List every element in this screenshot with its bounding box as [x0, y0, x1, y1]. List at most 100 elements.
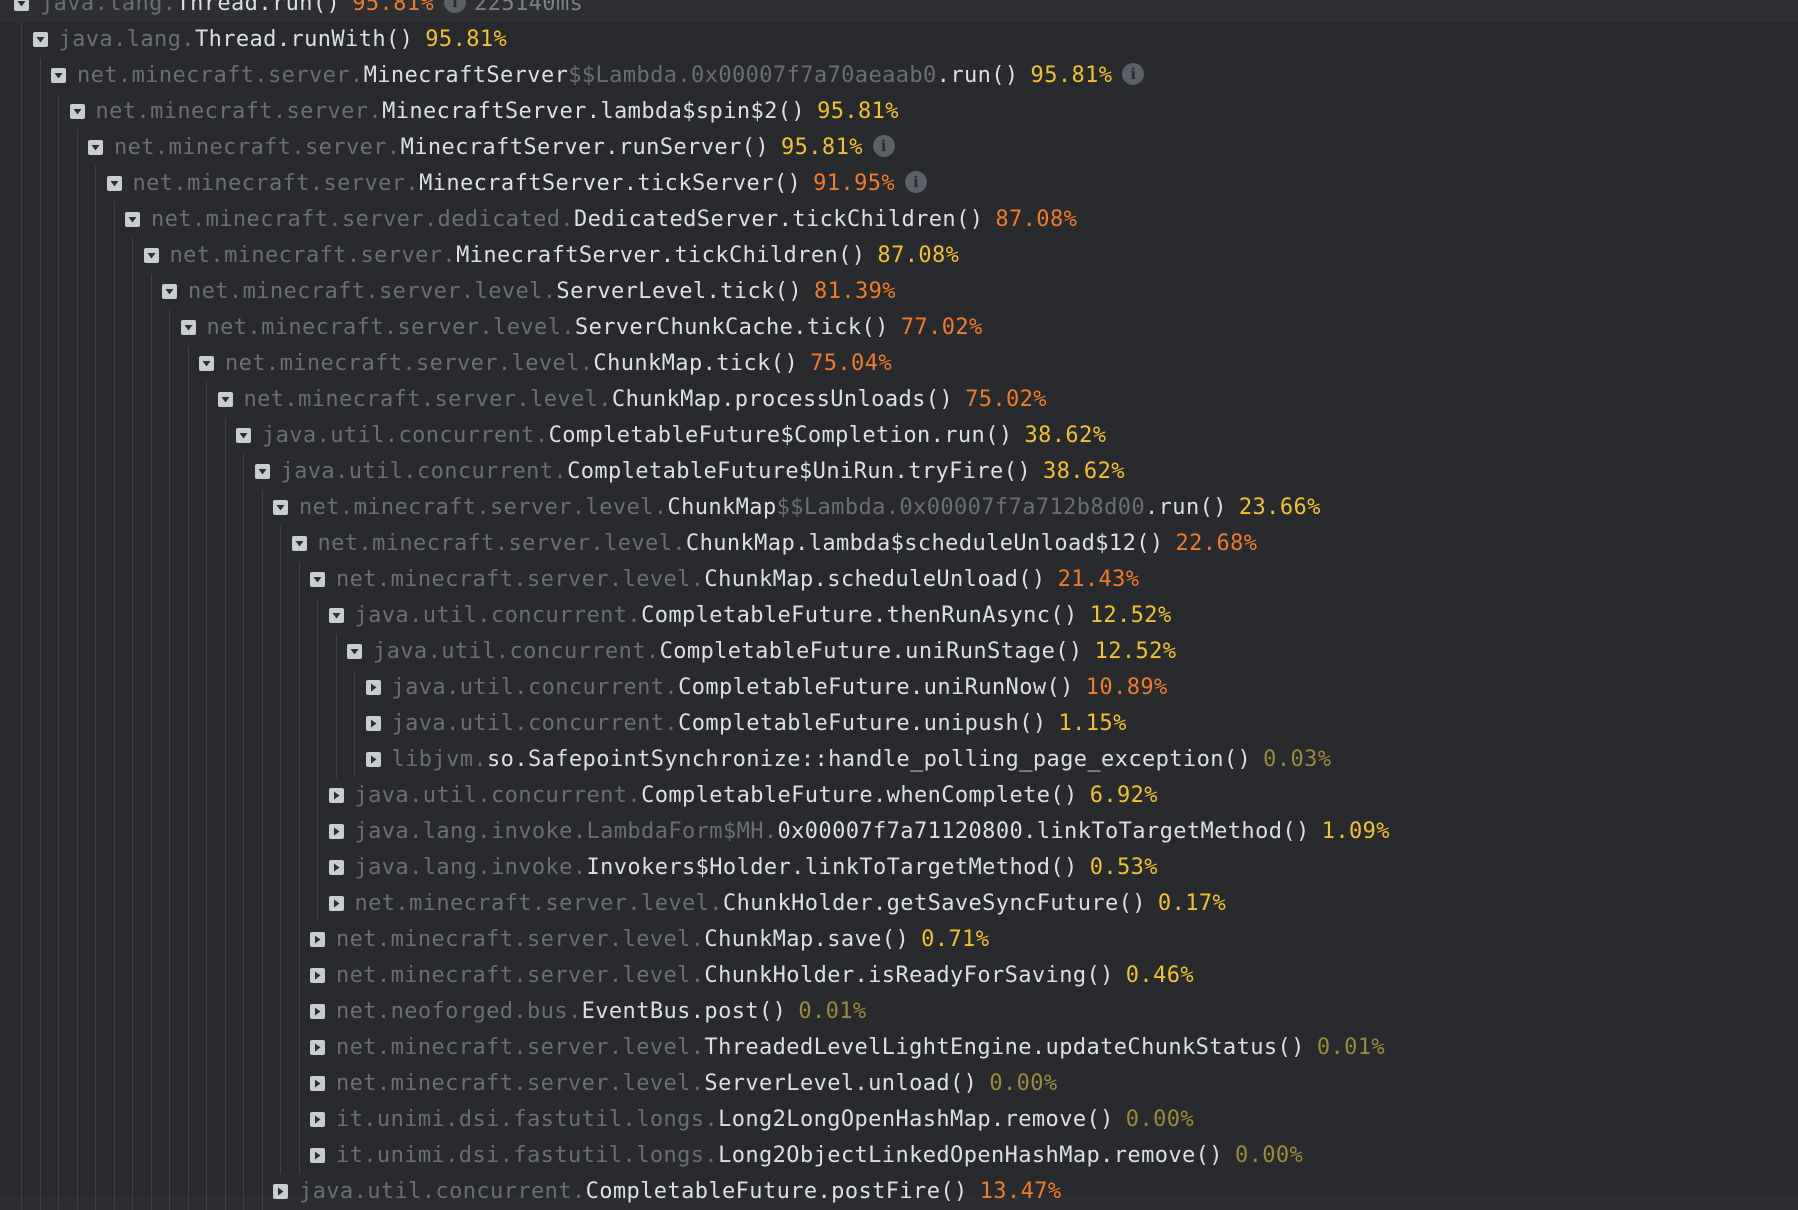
info-icon[interactable]: i: [444, 0, 467, 13]
indent-guide: [132, 382, 133, 418]
tree-row[interactable]: net.minecraft.server.MinecraftServer.tic…: [0, 166, 1798, 202]
indent-guide: [95, 454, 96, 490]
tree-row[interactable]: net.minecraft.server.level.ServerChunkCa…: [0, 310, 1798, 346]
package-name: net.minecraft.server.level.: [206, 315, 575, 340]
indent-guide: [95, 490, 96, 526]
tree-row[interactable]: java.lang.Thread.run() 95.81% i 225140ms: [0, 0, 1798, 22]
tree-row[interactable]: java.util.concurrent.CompletableFuture$C…: [0, 418, 1798, 454]
indent-guide: [58, 922, 59, 958]
tree-row[interactable]: net.minecraft.server.MinecraftServer.tic…: [0, 238, 1798, 274]
info-icon[interactable]: i: [1122, 63, 1145, 85]
collapse-toggle-icon[interactable]: [217, 392, 233, 407]
indent-guide: [76, 1066, 78, 1102]
method-label: java.util.concurrent.CompletableFuture.u…: [392, 670, 1168, 706]
expand-toggle-icon[interactable]: [365, 680, 381, 695]
tree-row[interactable]: net.minecraft.server.dedicated.Dedicated…: [0, 202, 1798, 238]
tree-row[interactable]: java.util.concurrent.CompletableFuture.p…: [0, 1174, 1798, 1210]
indent-guide: [76, 562, 78, 598]
expand-toggle-icon[interactable]: [310, 1076, 325, 1091]
tree-row[interactable]: net.neoforged.bus.EventBus.post() 0.01%: [0, 994, 1798, 1030]
collapse-toggle-icon[interactable]: [143, 248, 159, 263]
collapse-toggle-icon[interactable]: [347, 644, 362, 659]
collapse-toggle-icon[interactable]: [236, 428, 251, 443]
indent-guide: [21, 1138, 22, 1174]
collapse-toggle-icon[interactable]: [106, 176, 122, 191]
info-icon[interactable]: i: [905, 171, 928, 193]
tree-row[interactable]: it.unimi.dsi.fastutil.longs.Long2ObjectL…: [0, 1138, 1798, 1174]
info-icon[interactable]: i: [872, 135, 895, 157]
collapse-toggle-icon[interactable]: [199, 356, 214, 371]
expand-toggle-icon[interactable]: [310, 968, 325, 983]
indent-guide: [169, 670, 170, 706]
tree-row[interactable]: net.minecraft.server.level.ChunkMap.save…: [0, 922, 1798, 958]
tree-row[interactable]: net.minecraft.server.level.ServerLevel.t…: [0, 274, 1798, 310]
collapse-toggle-icon[interactable]: [125, 212, 140, 227]
expand-toggle-icon[interactable]: [365, 752, 381, 767]
expand-toggle-icon[interactable]: [328, 824, 344, 839]
indent-guide: [150, 670, 152, 706]
expand-toggle-icon[interactable]: [365, 716, 381, 731]
indent-guide: [95, 922, 96, 958]
collapse-toggle-icon[interactable]: [254, 464, 270, 479]
tree-row[interactable]: it.unimi.dsi.fastutil.longs.Long2LongOpe…: [0, 1102, 1798, 1138]
tree-row[interactable]: net.minecraft.server.level.ChunkHolder.g…: [0, 886, 1798, 922]
collapse-toggle-icon[interactable]: [51, 68, 66, 83]
tree-row[interactable]: java.util.concurrent.CompletableFuture.u…: [0, 634, 1798, 670]
collapse-toggle-icon[interactable]: [273, 500, 288, 515]
expand-toggle-icon[interactable]: [310, 932, 325, 947]
expand-toggle-icon[interactable]: [310, 1040, 325, 1055]
method-label: net.minecraft.server.MinecraftServer$$La…: [77, 58, 1145, 94]
indent-guide: [113, 598, 115, 634]
collapse-toggle-icon[interactable]: [310, 572, 325, 587]
collapse-toggle-icon[interactable]: [88, 140, 103, 155]
expand-toggle-icon[interactable]: [328, 860, 344, 875]
collapse-toggle-icon[interactable]: [14, 0, 29, 11]
indent-guide: [261, 922, 263, 958]
expand-toggle-icon[interactable]: [328, 788, 344, 803]
package-name: net.minecraft.server.: [95, 99, 383, 124]
collapse-toggle-icon[interactable]: [180, 320, 196, 335]
collapse-toggle-icon[interactable]: [328, 608, 344, 623]
tree-row[interactable]: java.lang.invoke.LambdaForm$MH.0x00007f7…: [0, 814, 1798, 850]
indent-guide: [261, 670, 263, 706]
tree-row[interactable]: java.util.concurrent.CompletableFuture$U…: [0, 454, 1798, 490]
collapse-toggle-icon[interactable]: [162, 284, 177, 299]
package-name: java.util.concurrent.: [299, 1179, 586, 1204]
tree-row[interactable]: net.minecraft.server.level.ChunkMap.lamb…: [0, 526, 1798, 562]
tree-row[interactable]: net.minecraft.server.level.ChunkMap.tick…: [0, 346, 1798, 382]
indent-guide: [113, 634, 115, 670]
tree-row[interactable]: java.util.concurrent.CompletableFuture.u…: [0, 706, 1798, 742]
indent-guide: [169, 742, 170, 778]
indent-guide: [280, 1030, 281, 1066]
indent-guide: [261, 886, 263, 922]
tree-row[interactable]: net.minecraft.server.level.ChunkHolder.i…: [0, 958, 1798, 994]
tree-row[interactable]: net.minecraft.server.level.ChunkMap.proc…: [0, 382, 1798, 418]
tree-row[interactable]: net.minecraft.server.level.ChunkMap.sche…: [0, 562, 1798, 598]
indent-guide: [95, 670, 96, 706]
tree-row[interactable]: net.minecraft.server.level.ServerLevel.u…: [0, 1066, 1798, 1102]
indent-guide: [76, 418, 78, 454]
expand-toggle-icon[interactable]: [310, 1112, 325, 1127]
tree-row[interactable]: java.util.concurrent.CompletableFuture.w…: [0, 778, 1798, 814]
indent-guide: [76, 238, 78, 274]
expand-toggle-icon[interactable]: [310, 1148, 325, 1163]
collapse-toggle-icon[interactable]: [291, 536, 307, 551]
tree-row[interactable]: java.lang.invoke.Invokers$Holder.linkToT…: [0, 850, 1798, 886]
tree-row[interactable]: java.util.concurrent.CompletableFuture.t…: [0, 598, 1798, 634]
expand-toggle-icon[interactable]: [273, 1184, 288, 1199]
tree-row[interactable]: net.minecraft.server.MinecraftServer.run…: [0, 130, 1798, 166]
tree-row[interactable]: java.util.concurrent.CompletableFuture.u…: [0, 670, 1798, 706]
collapse-toggle-icon[interactable]: [69, 104, 85, 119]
tree-row[interactable]: net.minecraft.server.level.ThreadedLevel…: [0, 1030, 1798, 1066]
tree-row[interactable]: net.minecraft.server.MinecraftServer.lam…: [0, 94, 1798, 130]
indent-guide: [58, 598, 59, 634]
tree-row[interactable]: libjvm.so.SafepointSynchronize::handle_p…: [0, 742, 1798, 778]
expand-toggle-icon[interactable]: [328, 896, 344, 911]
package-name: net.minecraft.server.: [132, 171, 420, 196]
tree-row[interactable]: net.minecraft.server.MinecraftServer$$La…: [0, 58, 1798, 94]
tree-row[interactable]: net.minecraft.server.level.ChunkMap$$Lam…: [0, 490, 1798, 526]
indent-guide: [150, 1138, 152, 1174]
tree-row[interactable]: java.lang.Thread.runWith() 95.81%: [0, 22, 1798, 58]
collapse-toggle-icon[interactable]: [32, 32, 48, 47]
expand-toggle-icon[interactable]: [310, 1004, 325, 1019]
